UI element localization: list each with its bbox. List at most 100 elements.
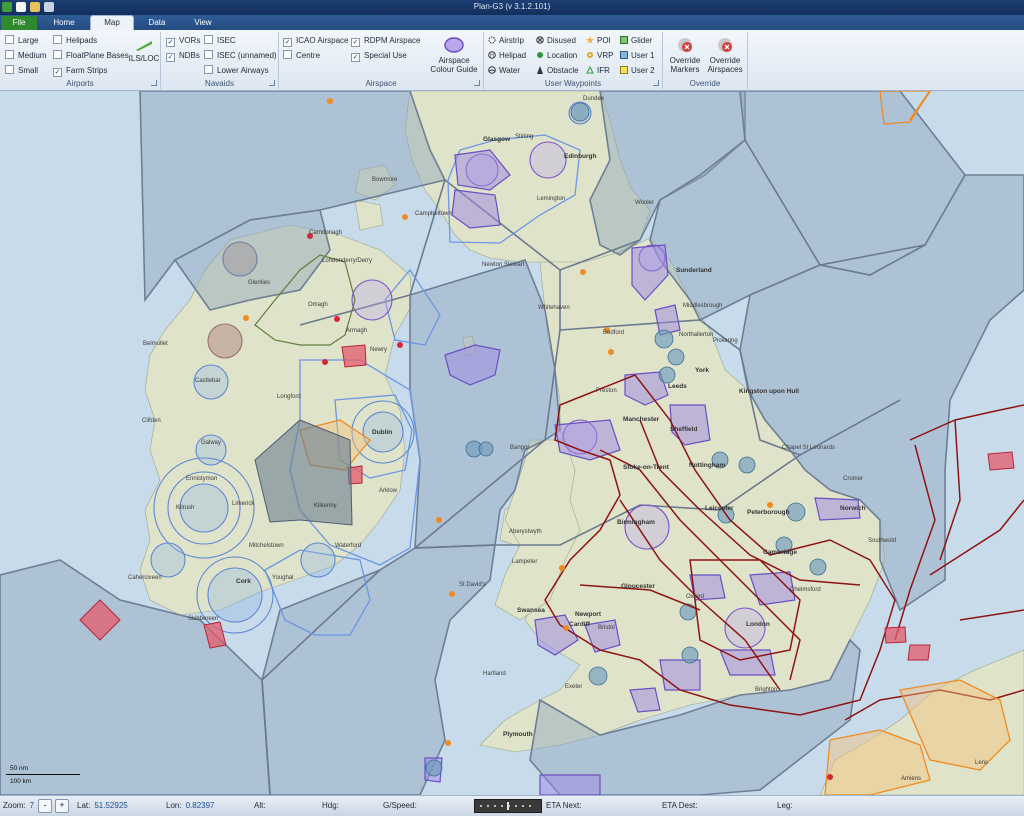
location-icon bbox=[537, 52, 543, 58]
airport-marker[interactable] bbox=[608, 349, 614, 355]
tab-home[interactable]: Home bbox=[44, 16, 84, 30]
isec-unnamed-checkbox[interactable]: ISEC (unnamed) bbox=[204, 50, 277, 62]
tab-data[interactable]: Data bbox=[140, 16, 174, 30]
tab-view[interactable]: View bbox=[186, 16, 220, 30]
large-airports-checkbox[interactable]: Large bbox=[5, 35, 38, 47]
zoom-out-button[interactable]: - bbox=[38, 799, 52, 813]
airport-marker[interactable] bbox=[580, 269, 586, 275]
airport-marker[interactable] bbox=[436, 517, 442, 523]
airport-marker[interactable] bbox=[397, 342, 403, 348]
place-label: Dundee bbox=[583, 96, 605, 102]
centre-checkbox[interactable]: Centre bbox=[283, 50, 320, 62]
lower-airways-checkbox[interactable]: Lower Airways bbox=[204, 65, 269, 77]
airport-zone bbox=[588, 666, 608, 686]
checkbox-checked: ✓ bbox=[351, 38, 360, 47]
dialog-launcher-icon[interactable] bbox=[653, 80, 659, 86]
checkbox-label: FloatPlane Bases bbox=[66, 51, 129, 60]
airstrip-option[interactable]: Airstrip bbox=[488, 35, 524, 47]
option-label: Disused bbox=[547, 36, 576, 45]
place-label: Castlebar bbox=[195, 378, 221, 384]
airport-marker[interactable] bbox=[445, 740, 451, 746]
vrp-option[interactable]: VRP bbox=[586, 50, 613, 62]
airport-marker[interactable] bbox=[243, 315, 249, 321]
small-airports-checkbox[interactable]: Small bbox=[5, 65, 38, 77]
isec-checkbox[interactable]: ISEC bbox=[204, 35, 236, 47]
helipad-icon: H bbox=[488, 51, 496, 59]
dialog-launcher-icon[interactable] bbox=[151, 80, 157, 86]
airport-marker[interactable] bbox=[322, 359, 328, 365]
place-label: Bristol bbox=[598, 625, 615, 631]
place-label: Chapel St Leonards bbox=[782, 445, 836, 451]
zoom-in-button[interactable]: + bbox=[55, 799, 69, 813]
place-label: Mitchelstown bbox=[249, 543, 284, 549]
icao-airspace-checkbox[interactable]: ✓ ICAO Airspace bbox=[283, 35, 348, 47]
checkbox-label: Farm Strips bbox=[66, 66, 108, 75]
airport-marker[interactable] bbox=[402, 214, 408, 220]
location-option[interactable]: Location bbox=[536, 50, 577, 62]
playback-progress-bar[interactable] bbox=[474, 799, 542, 813]
airport-marker[interactable] bbox=[767, 502, 773, 508]
override-airspaces-button[interactable]: Override Airspaces bbox=[705, 36, 745, 74]
place-label: Youghal bbox=[272, 575, 294, 581]
progress-knob[interactable] bbox=[507, 802, 509, 810]
user1-icon bbox=[620, 51, 628, 59]
airport-zone bbox=[679, 603, 697, 621]
airport-zone bbox=[570, 102, 590, 122]
user2-option[interactable]: User 2 bbox=[620, 65, 655, 77]
airport-marker[interactable] bbox=[559, 565, 565, 571]
vors-checkbox[interactable]: ✓ VORs bbox=[166, 35, 200, 47]
islay-island bbox=[354, 199, 384, 231]
checkbox-label: Medium bbox=[18, 51, 47, 60]
medium-airports-checkbox[interactable]: Medium bbox=[5, 50, 46, 62]
map-canvas[interactable] bbox=[0, 91, 1024, 795]
override-markers-button[interactable]: Override Markers bbox=[665, 36, 705, 74]
place-label: Arklow bbox=[379, 488, 398, 494]
belfast-ring bbox=[351, 279, 393, 321]
map-view[interactable]: Dundee Edinburgh Glasgow Stirling Campbe… bbox=[0, 91, 1024, 795]
place-label: Leeds bbox=[668, 383, 687, 390]
poi-option[interactable]: POI bbox=[586, 35, 611, 47]
checkbox-label: ISEC bbox=[217, 36, 236, 45]
poi-star-icon bbox=[586, 36, 594, 44]
obstacle-option[interactable]: Obstacle bbox=[536, 65, 579, 77]
navaids-group: ✓ VORs ✓ NDBs ISEC ISEC (unnamed) Lower Ai… bbox=[161, 32, 279, 89]
place-label: Chelmsford bbox=[790, 587, 821, 593]
farm-strips-checkbox[interactable]: ✓ Farm Strips bbox=[53, 65, 107, 77]
airport-marker[interactable] bbox=[449, 591, 455, 597]
checkbox-label: RDPM Airspace bbox=[364, 36, 421, 45]
dialog-launcher-icon[interactable] bbox=[269, 80, 275, 86]
tab-file[interactable]: File bbox=[1, 16, 37, 30]
heading-label: Hdg: bbox=[322, 801, 339, 810]
ifr-option[interactable]: IFR bbox=[586, 65, 610, 77]
tab-map[interactable]: Map bbox=[90, 15, 134, 31]
airport-marker[interactable] bbox=[327, 98, 333, 104]
place-label: Edinburgh bbox=[564, 153, 597, 160]
ndbs-checkbox[interactable]: ✓ NDBs bbox=[166, 50, 200, 62]
place-label: Bedford bbox=[603, 330, 625, 336]
airspace-group: ✓ ICAO Airspace Centre ✓ RDPM Airspace ✓ Sp… bbox=[279, 32, 484, 89]
override-airspaces-label: Override Airspaces bbox=[707, 56, 743, 74]
cork-inner-ring bbox=[207, 567, 263, 623]
airspace-colour-guide-button[interactable]: Airspace Colour Guide bbox=[427, 36, 481, 74]
place-label: Londonderry/Derry bbox=[322, 258, 373, 264]
glider-option[interactable]: Glider bbox=[620, 35, 652, 47]
user1-option[interactable]: User 1 bbox=[620, 50, 655, 62]
option-label: Helipad bbox=[499, 51, 527, 60]
scale-nm-label: 50 nm bbox=[10, 765, 29, 772]
title-bar: Plan-G3 (v 3.1.2.101) bbox=[0, 0, 1024, 15]
place-label: Northallerton bbox=[679, 332, 714, 338]
water-option[interactable]: Water bbox=[488, 65, 520, 77]
disused-option[interactable]: Disused bbox=[536, 35, 576, 47]
helipad-option[interactable]: H Helipad bbox=[488, 50, 526, 62]
airport-zone bbox=[809, 558, 827, 576]
dialog-launcher-icon[interactable] bbox=[474, 80, 480, 86]
airport-marker[interactable] bbox=[827, 774, 833, 780]
special-use-checkbox[interactable]: ✓ Special Use bbox=[351, 50, 407, 62]
airport-zone bbox=[738, 456, 756, 474]
rdpm-airspace-checkbox[interactable]: ✓ RDPM Airspace bbox=[351, 35, 420, 47]
ils-loc-button[interactable]: ILS/LOC bbox=[128, 38, 160, 63]
helipads-checkbox[interactable]: Helipads bbox=[53, 35, 97, 47]
airport-marker[interactable] bbox=[334, 316, 340, 322]
checkbox-box bbox=[5, 50, 14, 59]
floatplane-checkbox[interactable]: FloatPlane Bases bbox=[53, 50, 129, 62]
